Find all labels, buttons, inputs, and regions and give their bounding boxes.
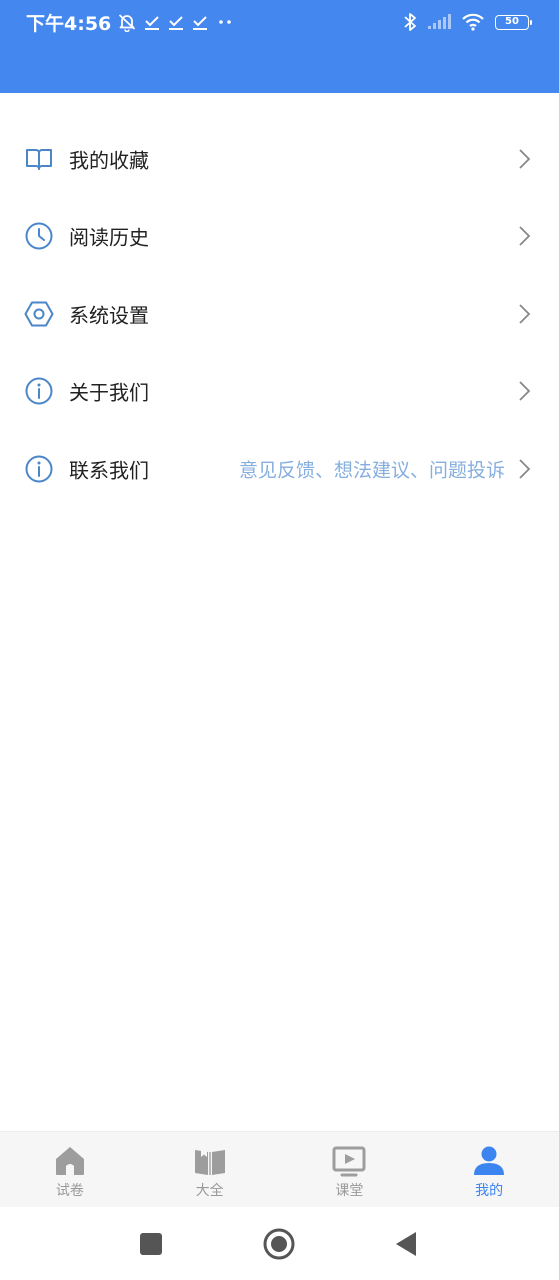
menu-item-settings[interactable]: 系统设置 xyxy=(0,275,559,353)
tab-label: 我的 xyxy=(475,1183,504,1199)
check-download-icon xyxy=(167,13,185,31)
menu-item-label: 我的收藏 xyxy=(69,148,149,173)
tab-label: 课堂 xyxy=(335,1183,364,1199)
more-dots-icon xyxy=(215,17,235,27)
chevron-right-icon xyxy=(517,303,531,325)
tab-label: 试卷 xyxy=(55,1183,84,1199)
chevron-right-icon xyxy=(517,225,531,247)
status-right: 50 xyxy=(403,10,532,34)
open-book-icon xyxy=(193,1144,227,1178)
status-left: 下午4:56 xyxy=(26,10,235,35)
menu-item-about[interactable]: 关于我们 xyxy=(0,353,559,431)
info-icon xyxy=(24,454,54,484)
wifi-icon xyxy=(461,13,485,31)
status-bar: 下午4:56 50 xyxy=(0,0,559,44)
menu-item-contact[interactable]: 联系我们 意见反馈、想法建议、问题投诉 xyxy=(0,430,559,508)
battery-level: 50 xyxy=(505,16,519,27)
video-play-icon xyxy=(332,1144,366,1178)
home-button[interactable] xyxy=(263,1228,295,1260)
signal-icon xyxy=(427,14,451,30)
user-icon xyxy=(472,1144,506,1178)
status-time: 下午4:56 xyxy=(26,12,112,35)
chevron-right-icon xyxy=(517,458,531,480)
recent-apps-button[interactable] xyxy=(139,1232,163,1256)
tab-exam[interactable]: 试卷 xyxy=(0,1132,140,1208)
check-download-icon xyxy=(191,13,209,31)
app-header: 下午4:56 50 xyxy=(0,0,559,93)
book-icon xyxy=(24,144,54,174)
chevron-right-icon xyxy=(517,148,531,170)
tab-label: 大全 xyxy=(195,1183,224,1199)
tab-mine[interactable]: 我的 xyxy=(419,1132,559,1208)
menu-item-history[interactable]: 阅读历史 xyxy=(0,198,559,276)
battery-icon: 50 xyxy=(495,14,532,30)
tab-encyclopedia[interactable]: 大全 xyxy=(140,1132,280,1208)
menu-item-label: 联系我们 xyxy=(69,458,149,483)
clock-icon xyxy=(24,221,54,251)
bluetooth-icon xyxy=(403,12,417,32)
chevron-right-icon xyxy=(517,380,531,402)
tab-classroom[interactable]: 课堂 xyxy=(280,1132,420,1208)
back-button[interactable] xyxy=(394,1231,418,1257)
contact-subtext: 意见反馈、想法建议、问题投诉 xyxy=(238,459,505,482)
bottom-tab-bar: 试卷 大全 课堂 我的 xyxy=(0,1131,559,1208)
home-icon xyxy=(53,1144,87,1178)
menu-item-favorites[interactable]: 我的收藏 xyxy=(0,120,559,198)
menu-item-label: 关于我们 xyxy=(69,380,149,405)
menu-item-label: 系统设置 xyxy=(69,303,149,328)
info-icon xyxy=(24,376,54,406)
check-download-icon xyxy=(143,13,161,31)
alarm-muted-icon xyxy=(117,12,137,32)
menu-item-label: 阅读历史 xyxy=(69,225,149,250)
menu-list: 我的收藏 阅读历史 系统设置 关于我们 联系我们 意见反馈、想法建议、问题投诉 xyxy=(0,120,559,508)
settings-hex-icon xyxy=(24,299,54,329)
system-navigation-bar xyxy=(0,1207,559,1280)
